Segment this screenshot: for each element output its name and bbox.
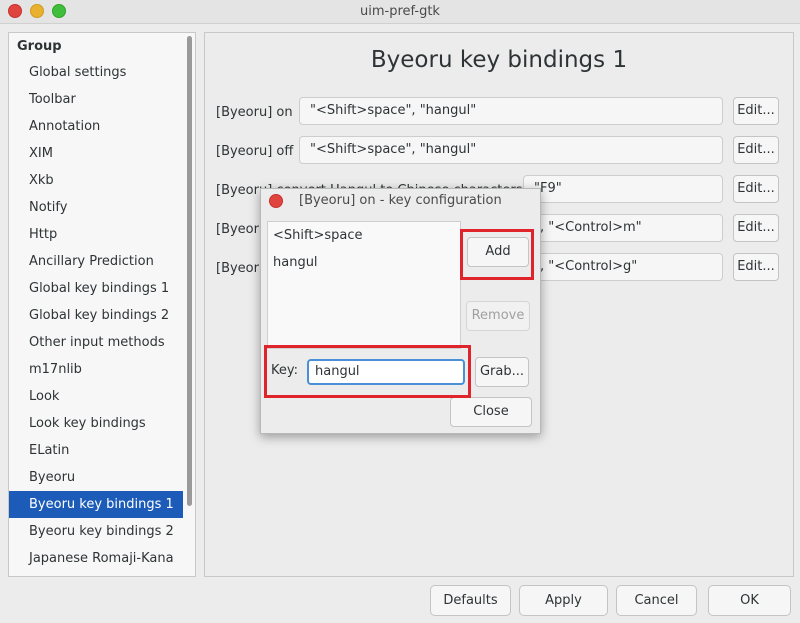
row-field-5[interactable]: ", "<Control>g" xyxy=(523,253,723,281)
sidebar-item-m17nlib[interactable]: m17nlib xyxy=(9,356,183,383)
sidebar-item-toolbar[interactable]: Toolbar xyxy=(9,86,183,113)
sidebar-item-global-key-bindings-1[interactable]: Global key bindings 1 xyxy=(9,275,183,302)
edit-button-5[interactable]: Edit... xyxy=(733,253,779,281)
close-button[interactable]: Close xyxy=(450,397,532,427)
edit-button-4[interactable]: Edit... xyxy=(733,214,779,242)
row-field-convert[interactable]: "F9" xyxy=(523,175,723,203)
sidebar-header: Group xyxy=(17,39,62,54)
sidebar-item-look[interactable]: Look xyxy=(9,383,183,410)
sidebar-item-elatin[interactable]: ELatin xyxy=(9,437,183,464)
grab-button[interactable]: Grab... xyxy=(475,357,529,387)
key-list-item[interactable]: hangul xyxy=(273,252,318,274)
defaults-button[interactable]: Defaults xyxy=(430,585,511,616)
sidebar-item-notify[interactable]: Notify xyxy=(9,194,183,221)
window-title: uim-pref-gtk xyxy=(360,4,440,19)
sidebar-scrollbar[interactable] xyxy=(187,36,192,506)
page-title: Byeoru key bindings 1 xyxy=(370,47,628,73)
sidebar-item-byeoru-key-bindings-2[interactable]: Byeoru key bindings 2 xyxy=(9,518,183,545)
sidebar-item-other-input-methods[interactable]: Other input methods xyxy=(9,329,183,356)
sidebar-item-look-key-bindings[interactable]: Look key bindings xyxy=(9,410,183,437)
sidebar-item-global-key-bindings-2[interactable]: Global key bindings 2 xyxy=(9,302,183,329)
sidebar-item-annotation[interactable]: Annotation xyxy=(9,113,183,140)
sidebar-item-global-settings[interactable]: Global settings xyxy=(9,59,183,86)
dialog-titlebar: [Byeoru] on - key configuration xyxy=(261,189,540,213)
sidebar-item-xkb[interactable]: Xkb xyxy=(9,167,183,194)
sidebar-item-http[interactable]: Http xyxy=(9,221,183,248)
key-list[interactable]: <Shift>space hangul xyxy=(267,221,461,349)
row-field-on[interactable]: "<Shift>space", "hangul" xyxy=(299,97,723,125)
key-list-item[interactable]: <Shift>space xyxy=(273,225,362,247)
dialog-title: [Byeoru] on - key configuration xyxy=(299,193,502,208)
row-label-on: [Byeoru] on xyxy=(216,105,293,120)
sidebar-item-japanese-romaji-kana[interactable]: Japanese Romaji-Kana xyxy=(9,545,183,572)
group-sidebar: Group Global settings Toolbar Annotation… xyxy=(8,32,196,577)
edit-button-on[interactable]: Edit... xyxy=(733,97,779,125)
add-highlight-box xyxy=(460,229,534,280)
sidebar-item-byeoru-key-bindings-1[interactable]: Byeoru key bindings 1 xyxy=(9,491,183,518)
sidebar-item-byeoru[interactable]: Byeoru xyxy=(9,464,183,491)
edit-button-off[interactable]: Edit... xyxy=(733,136,779,164)
cancel-button[interactable]: Cancel xyxy=(616,585,697,616)
dialog-close-icon[interactable] xyxy=(269,194,283,208)
apply-button[interactable]: Apply xyxy=(519,585,608,616)
edit-button-convert[interactable]: Edit... xyxy=(733,175,779,203)
row-field-off[interactable]: "<Shift>space", "hangul" xyxy=(299,136,723,164)
key-highlight-box xyxy=(264,345,471,398)
remove-button[interactable]: Remove xyxy=(466,301,530,331)
sidebar-item-xim[interactable]: XIM xyxy=(9,140,183,167)
window-titlebar: uim-pref-gtk xyxy=(0,0,800,24)
row-label-off: [Byeoru] off xyxy=(216,144,294,159)
ok-button[interactable]: OK xyxy=(708,585,791,616)
sidebar-item-ancillary-prediction[interactable]: Ancillary Prediction xyxy=(9,248,183,275)
row-field-4[interactable]: ", "<Control>m" xyxy=(523,214,723,242)
